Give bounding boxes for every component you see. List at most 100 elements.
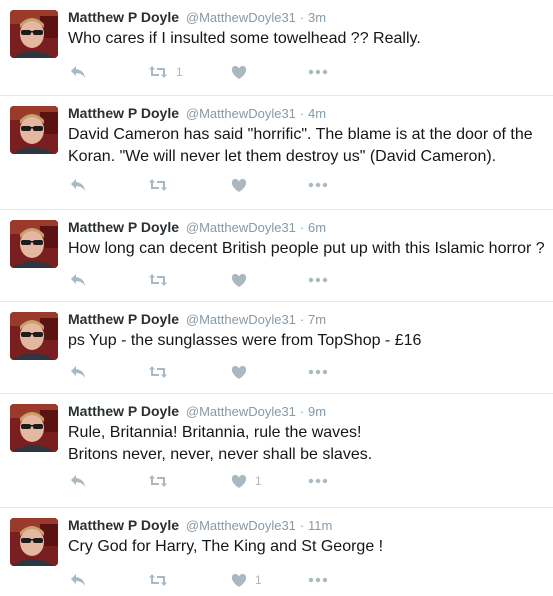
avatar[interactable] <box>10 106 58 154</box>
like-button[interactable]: 1 <box>231 570 262 590</box>
retweet-button[interactable]: 1 <box>148 62 183 82</box>
display-name[interactable]: Matthew P Doyle <box>68 403 179 419</box>
reply-icon <box>70 65 86 79</box>
separator-dot: · <box>299 518 305 533</box>
retweet-icon <box>148 474 168 488</box>
timestamp[interactable]: 3m <box>308 10 326 25</box>
tweet-header: Matthew P Doyle @MatthewDoyle31 · 6m <box>68 218 326 237</box>
timestamp[interactable]: 7m <box>308 312 326 327</box>
user-handle[interactable]: @MatthewDoyle31 <box>186 312 296 327</box>
heart-icon <box>231 474 247 489</box>
avatar[interactable] <box>10 10 58 58</box>
tweet[interactable]: Matthew P Doyle @MatthewDoyle31 · 9m Rul… <box>0 393 553 507</box>
retweet-icon <box>148 573 168 587</box>
tweet[interactable]: Matthew P Doyle @MatthewDoyle31 · 6m How… <box>0 209 553 301</box>
tweet[interactable]: Matthew P Doyle @MatthewDoyle31 · 3m Who… <box>0 0 553 95</box>
display-name[interactable]: Matthew P Doyle <box>68 105 179 121</box>
tweet-header: Matthew P Doyle @MatthewDoyle31 · 3m <box>68 8 326 27</box>
timestamp[interactable]: 4m <box>308 106 326 121</box>
more-icon <box>308 69 328 75</box>
user-handle[interactable]: @MatthewDoyle31 <box>186 404 296 419</box>
more-icon <box>308 182 328 188</box>
reply-icon <box>70 365 86 379</box>
like-button[interactable]: 1 <box>231 471 262 491</box>
tweet-text-line: Koran. "We will never let them destroy u… <box>68 148 497 165</box>
more-button[interactable] <box>308 471 328 491</box>
like-button[interactable] <box>231 175 255 195</box>
tweet-text-line: Britons never, never, never shall be sla… <box>68 446 373 463</box>
reply-button[interactable] <box>70 570 86 590</box>
more-icon <box>308 369 328 375</box>
retweet-button[interactable] <box>148 471 176 491</box>
display-name[interactable]: Matthew P Doyle <box>68 311 179 327</box>
retweet-icon <box>148 365 168 379</box>
tweet-text: ps Yup - the sunglasses were from TopSho… <box>68 330 548 352</box>
user-handle[interactable]: @MatthewDoyle31 <box>186 10 296 25</box>
like-count: 1 <box>255 573 262 587</box>
tweet-text-line: Who cares if I insulted some towelhead ?… <box>68 30 421 47</box>
heart-icon <box>231 365 247 380</box>
heart-icon <box>231 273 247 288</box>
timestamp[interactable]: 6m <box>308 220 326 235</box>
reply-button[interactable] <box>70 362 86 382</box>
separator-dot: · <box>299 312 305 327</box>
retweet-icon <box>148 178 168 192</box>
separator-dot: · <box>299 404 305 419</box>
display-name[interactable]: Matthew P Doyle <box>68 517 179 533</box>
like-button[interactable] <box>231 62 255 82</box>
more-button[interactable] <box>308 62 328 82</box>
more-icon <box>308 277 328 283</box>
timestamp[interactable]: 11m <box>308 518 332 533</box>
avatar[interactable] <box>10 220 58 268</box>
tweet-text: David Cameron has said "horrific". The b… <box>68 124 548 168</box>
tweet-text-line: Rule, Britannia! Britannia, rule the wav… <box>68 424 362 441</box>
more-button[interactable] <box>308 175 328 195</box>
avatar[interactable] <box>10 404 58 452</box>
more-icon <box>308 577 328 583</box>
more-icon <box>308 478 328 484</box>
avatar[interactable] <box>10 312 58 360</box>
tweet-text-line: ps Yup - the sunglasses were from TopSho… <box>68 332 422 349</box>
tweet[interactable]: Matthew P Doyle @MatthewDoyle31 · 11m Cr… <box>0 507 553 596</box>
separator-dot: · <box>299 220 305 235</box>
tweet-header: Matthew P Doyle @MatthewDoyle31 · 4m <box>68 104 326 123</box>
like-count: 1 <box>255 474 262 488</box>
tweet[interactable]: Matthew P Doyle @MatthewDoyle31 · 7m ps … <box>0 301 553 393</box>
user-handle[interactable]: @MatthewDoyle31 <box>186 518 296 533</box>
tweet-text-line: How long can decent British people put u… <box>68 240 545 257</box>
tweet-text-line: David Cameron has said "horrific". The b… <box>68 126 533 143</box>
reply-button[interactable] <box>70 471 86 491</box>
reply-icon <box>70 273 86 287</box>
more-button[interactable] <box>308 570 328 590</box>
retweet-button[interactable] <box>148 362 176 382</box>
reply-icon <box>70 573 86 587</box>
retweet-icon <box>148 65 168 79</box>
retweet-button[interactable] <box>148 175 176 195</box>
more-button[interactable] <box>308 270 328 290</box>
tweet-header: Matthew P Doyle @MatthewDoyle31 · 11m <box>68 516 332 535</box>
reply-button[interactable] <box>70 62 86 82</box>
retweet-button[interactable] <box>148 270 176 290</box>
retweet-icon <box>148 273 168 287</box>
tweet-header: Matthew P Doyle @MatthewDoyle31 · 7m <box>68 310 326 329</box>
like-button[interactable] <box>231 270 255 290</box>
tweet[interactable]: Matthew P Doyle @MatthewDoyle31 · 4m Dav… <box>0 95 553 209</box>
retweet-button[interactable] <box>148 570 176 590</box>
retweet-count: 1 <box>176 65 183 79</box>
display-name[interactable]: Matthew P Doyle <box>68 9 179 25</box>
display-name[interactable]: Matthew P Doyle <box>68 219 179 235</box>
reply-button[interactable] <box>70 175 86 195</box>
avatar[interactable] <box>10 518 58 566</box>
more-button[interactable] <box>308 362 328 382</box>
tweet-header: Matthew P Doyle @MatthewDoyle31 · 9m <box>68 402 326 421</box>
user-handle[interactable]: @MatthewDoyle31 <box>186 106 296 121</box>
heart-icon <box>231 65 247 80</box>
user-handle[interactable]: @MatthewDoyle31 <box>186 220 296 235</box>
reply-icon <box>70 178 86 192</box>
separator-dot: · <box>299 10 305 25</box>
separator-dot: · <box>299 106 305 121</box>
tweet-text: How long can decent British people put u… <box>68 238 548 260</box>
timestamp[interactable]: 9m <box>308 404 326 419</box>
like-button[interactable] <box>231 362 255 382</box>
reply-button[interactable] <box>70 270 86 290</box>
